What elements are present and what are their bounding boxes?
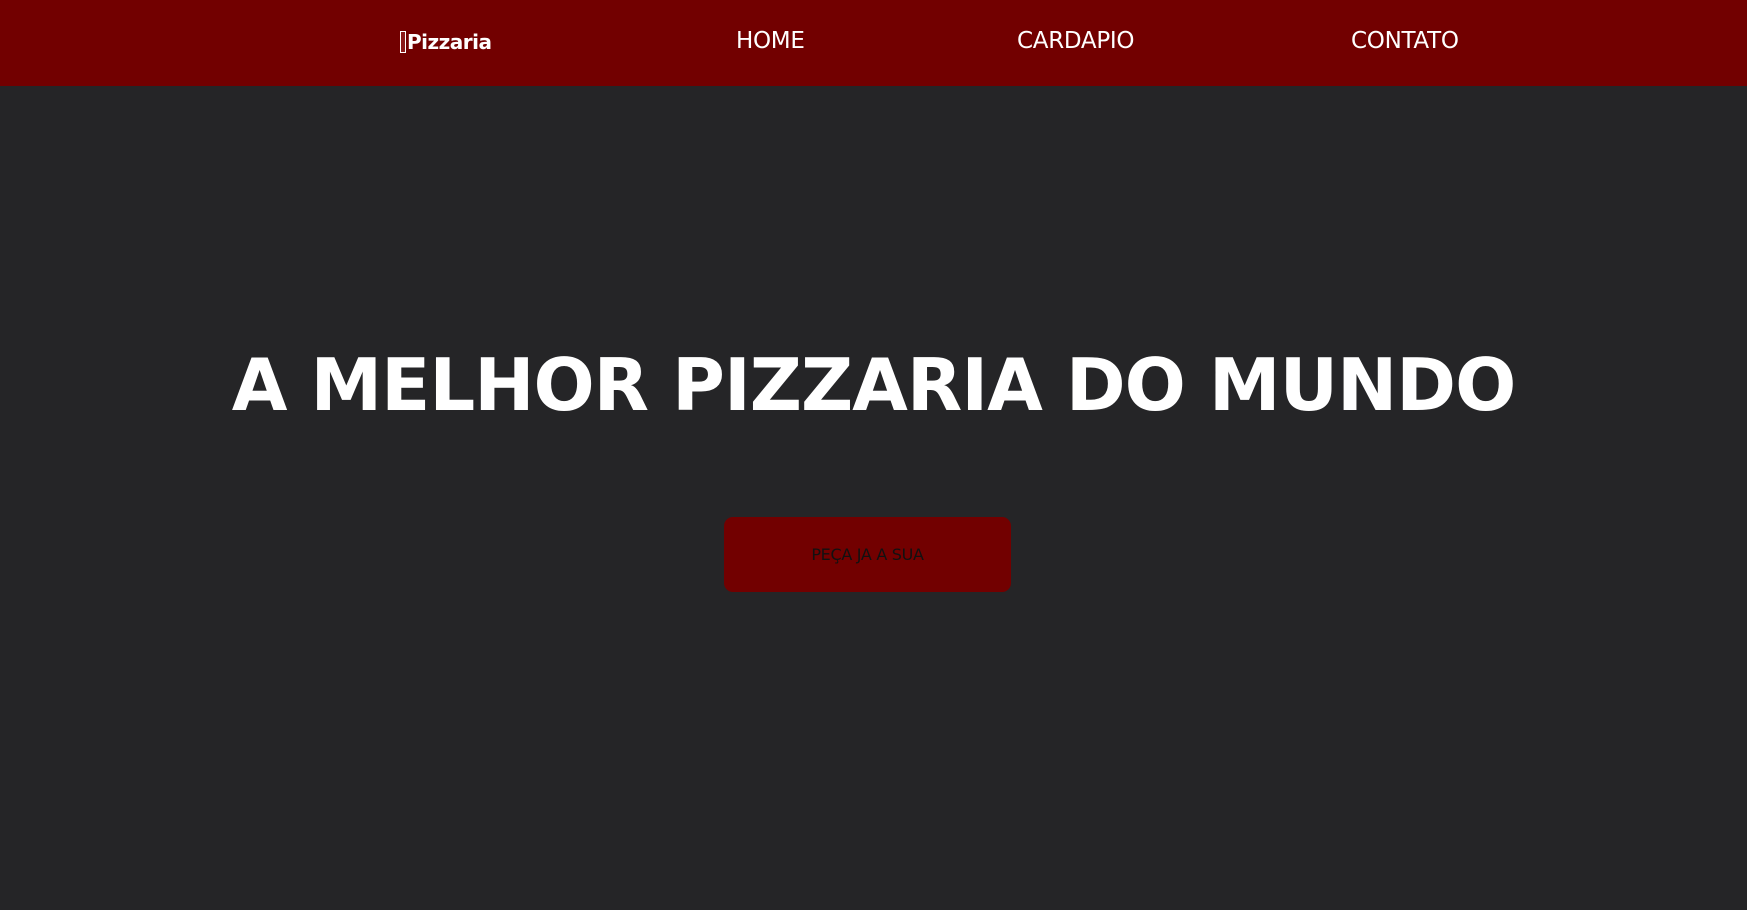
brand-name: Pizzaria — [407, 30, 492, 54]
top-navbar: Pizzaria HOME CARDAPIO CONTATO — [0, 0, 1747, 86]
pizza-slice-icon — [400, 31, 406, 53]
nav-link-cardapio[interactable]: CARDAPIO — [1017, 28, 1134, 54]
hero-title: A MELHOR PIZZARIA DO MUNDO — [231, 343, 1517, 427]
order-now-button[interactable]: PEÇA JA A SUA — [724, 517, 1011, 592]
nav-link-contato[interactable]: CONTATO — [1351, 28, 1459, 54]
brand-logo[interactable]: Pizzaria — [400, 29, 492, 55]
nav-link-home[interactable]: HOME — [736, 28, 805, 54]
